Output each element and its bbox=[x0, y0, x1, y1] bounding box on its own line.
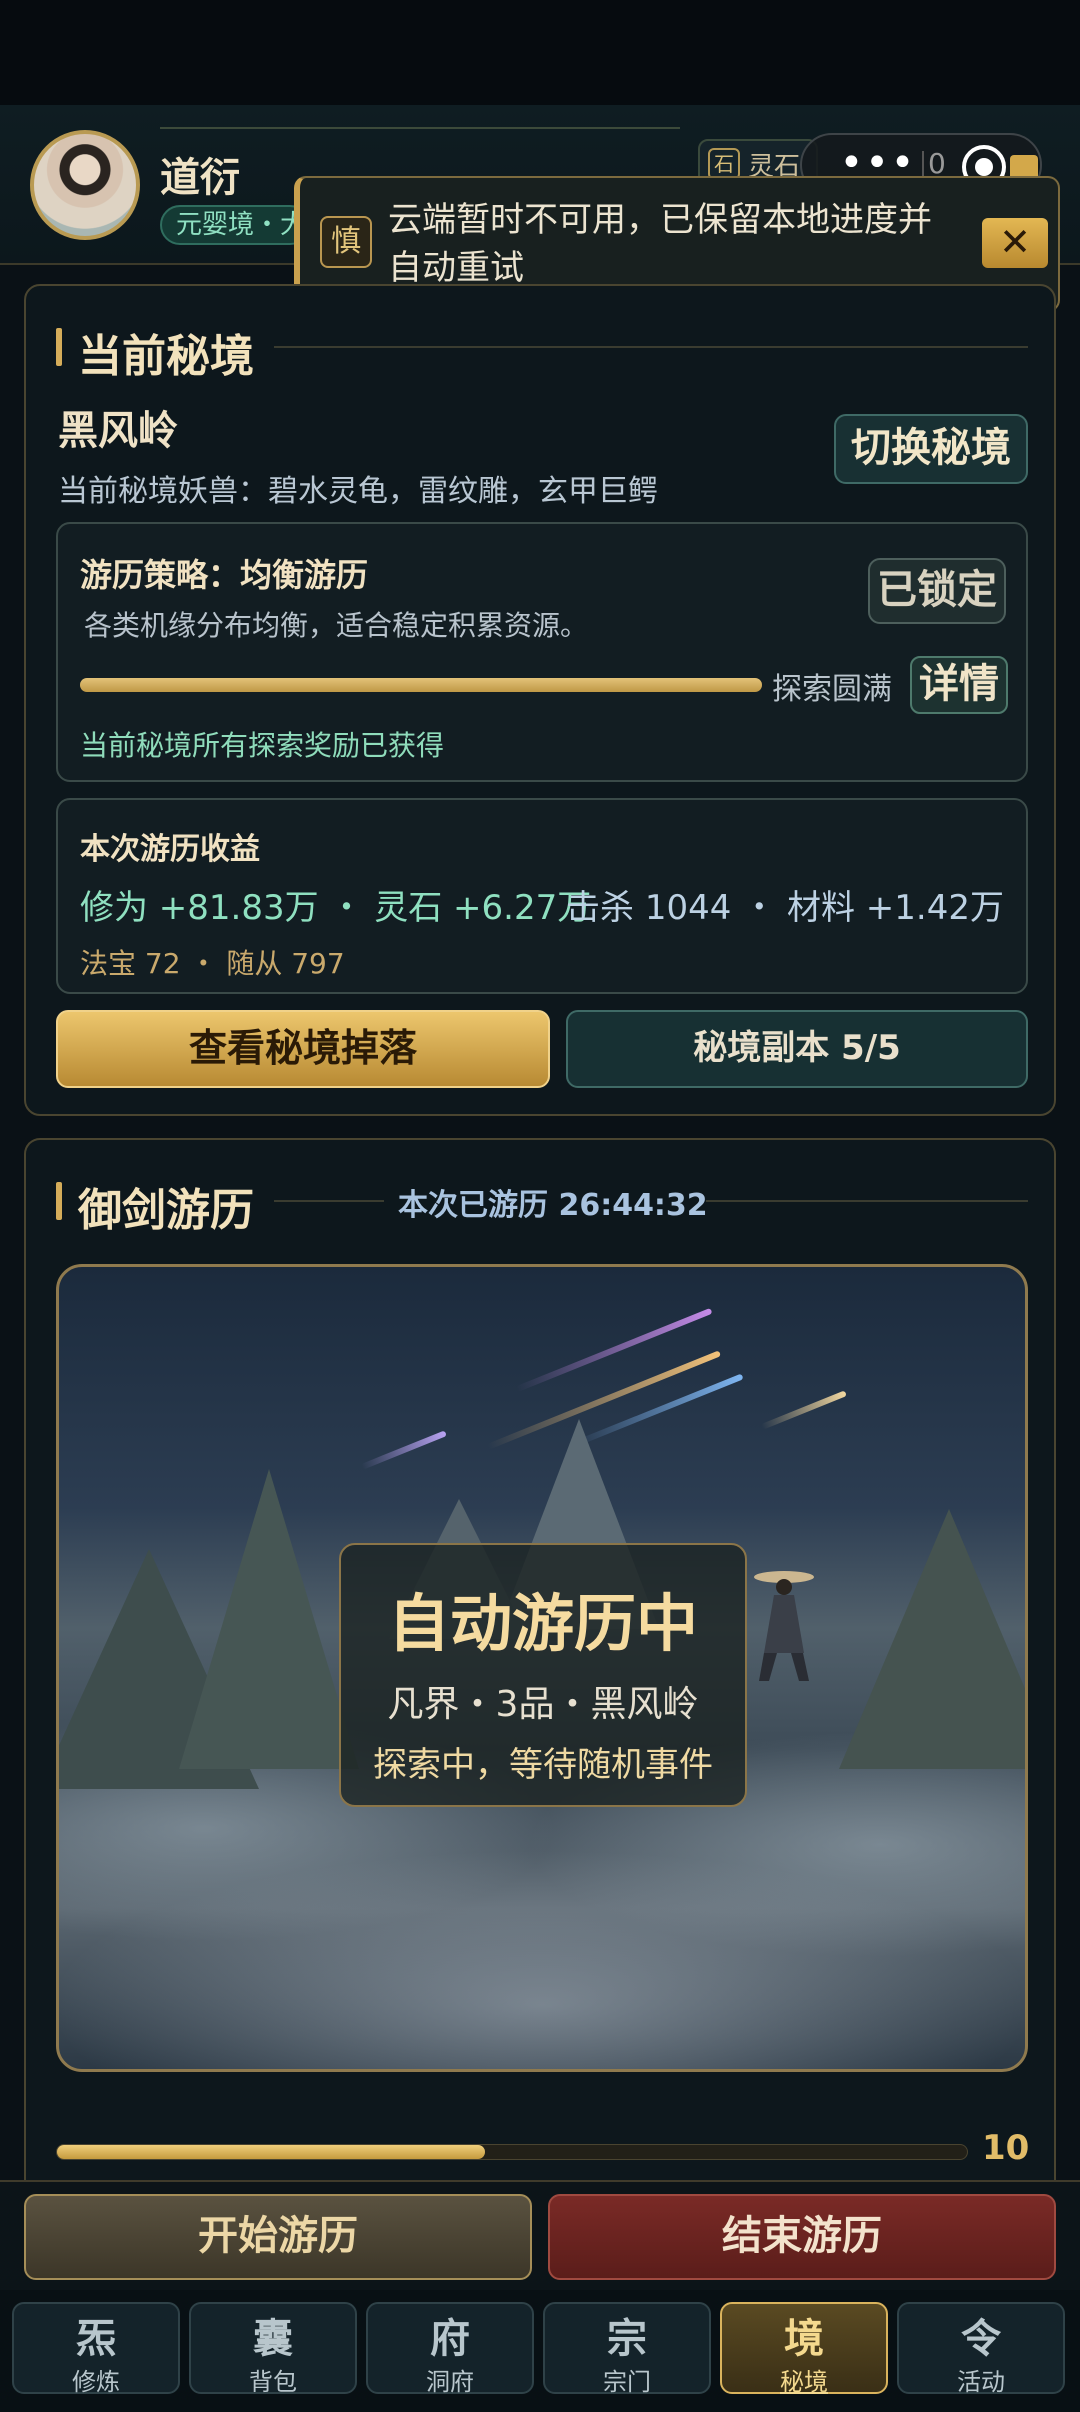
meteor-streak bbox=[761, 1390, 847, 1430]
header-divider bbox=[160, 127, 680, 129]
travel-count: 10 bbox=[982, 2128, 1030, 2168]
action-bar: 开始游历 结束游历 bbox=[0, 2180, 1080, 2290]
title-rule bbox=[274, 346, 1028, 348]
detail-button[interactable]: 详情 bbox=[910, 656, 1008, 714]
swordsman-figure bbox=[754, 1571, 814, 1681]
explore-progress-label: 探索圆满 bbox=[772, 672, 892, 707]
cave-mansion-icon: 府 bbox=[430, 2316, 470, 2362]
explore-progress-bar bbox=[80, 678, 762, 692]
travel-progress-bar bbox=[56, 2144, 968, 2160]
strategy-panel: 游历策略：均衡游历 各类机缘分布均衡，适合稳定积累资源。 已锁定 探索圆满 详情… bbox=[56, 522, 1028, 782]
tab-cave-mansion[interactable]: 府 洞府 bbox=[366, 2302, 534, 2396]
meteor-streak bbox=[361, 1430, 447, 1470]
travel-progress-fill bbox=[57, 2145, 485, 2159]
travel-status: 探索中，等待随机事件 bbox=[373, 1745, 713, 1785]
current-realm-title: 当前秘境 bbox=[56, 320, 254, 384]
tab-secret-realm[interactable]: 境 秘境 bbox=[720, 2302, 888, 2396]
tab-activity[interactable]: 令 活动 bbox=[897, 2302, 1065, 2396]
sword-travel-title: 御剑游历 bbox=[56, 1174, 254, 1238]
caution-icon: 慎 bbox=[320, 216, 372, 268]
backpack-icon: 囊 bbox=[253, 2316, 293, 2362]
tab-sect[interactable]: 宗 宗门 bbox=[543, 2302, 711, 2396]
tab-backpack[interactable]: 囊 背包 bbox=[189, 2302, 357, 2396]
toast-close-button[interactable]: ✕ bbox=[982, 218, 1048, 268]
sect-icon: 宗 bbox=[607, 2316, 647, 2362]
earnings-treasures-followers: 法宝 72 ・ 随从 797 bbox=[80, 947, 345, 980]
mountain-peak bbox=[839, 1509, 1025, 1769]
view-drops-button[interactable]: 查看秘境掉落 bbox=[56, 1010, 550, 1088]
strategy-note: 当前秘境所有探索奖励已获得 bbox=[80, 729, 445, 762]
status-bar bbox=[0, 0, 1080, 105]
bottom-tab-bar: 炁 修炼 囊 背包 府 洞府 宗 宗门 境 秘境 令 活动 bbox=[0, 2290, 1080, 2412]
earnings-title: 本次游历收益 bbox=[80, 832, 260, 867]
dungeon-button[interactable]: 秘境副本 5/5 bbox=[566, 1010, 1028, 1088]
activity-icon: 令 bbox=[961, 2316, 1001, 2362]
current-realm-card: 当前秘境 黑风岭 当前秘境妖兽：碧水灵龟，雷纹雕，玄甲巨鳄 切换秘境 游历策略：… bbox=[24, 284, 1056, 1116]
explore-progress-fill bbox=[80, 678, 762, 692]
realm-name: 黑风岭 bbox=[58, 408, 178, 454]
earnings-cultivation-stones: 修为 +81.83万 ・ 灵石 +6.27万 bbox=[80, 888, 592, 928]
tab-label: 修炼 bbox=[72, 2368, 120, 2396]
strategy-description: 各类机缘分布均衡，适合稳定积累资源。 bbox=[84, 609, 589, 642]
travel-scene-image: 自动游历中 凡界・3品・黑风岭 探索中，等待随机事件 bbox=[56, 1264, 1028, 2072]
secret-realm-icon: 境 bbox=[784, 2316, 824, 2362]
tab-label: 活动 bbox=[957, 2368, 1005, 2396]
auto-travel-overlay: 自动游历中 凡界・3品・黑风岭 探索中，等待随机事件 bbox=[339, 1543, 747, 1807]
title-rule bbox=[274, 1200, 384, 1202]
sword-travel-card: 御剑游历 本次已游历 26:44:32 自动游历中 凡界・3品・黑风岭 探索中，… bbox=[24, 1138, 1056, 2180]
title-rule bbox=[706, 1200, 1028, 1202]
elapsed-time: 本次已游历 26:44:32 bbox=[398, 1188, 708, 1223]
avatar[interactable] bbox=[30, 130, 140, 240]
start-travel-button[interactable]: 开始游历 bbox=[24, 2194, 532, 2280]
strategy-title: 游历策略：均衡游历 bbox=[80, 556, 369, 594]
realm-location: 凡界・3品・黑风岭 bbox=[387, 1684, 699, 1725]
player-name: 道衍 bbox=[160, 155, 240, 201]
earnings-kills-materials: 击杀 1044 ・ 材料 +1.42万 bbox=[566, 888, 1004, 928]
cultivation-icon: 炁 bbox=[76, 2316, 116, 2362]
tab-label: 宗门 bbox=[603, 2368, 651, 2396]
tab-label: 秘境 bbox=[780, 2368, 828, 2396]
meteor-streak bbox=[515, 1307, 713, 1393]
switch-realm-button[interactable]: 切换秘境 bbox=[834, 414, 1028, 484]
mountain-peak bbox=[179, 1469, 359, 1769]
realm-badge: 元婴境・大 bbox=[160, 205, 310, 245]
auto-travel-title: 自动游历中 bbox=[387, 1587, 698, 1660]
earnings-panel: 本次游历收益 修为 +81.83万 ・ 灵石 +6.27万 击杀 1044 ・ … bbox=[56, 798, 1028, 994]
locked-button[interactable]: 已锁定 bbox=[868, 558, 1006, 624]
toast-message: 云端暂时不可用，已保留本地进度并自动重试 bbox=[388, 200, 932, 288]
tab-label: 背包 bbox=[249, 2368, 297, 2396]
realm-beasts: 当前秘境妖兽：碧水灵龟，雷纹雕，玄甲巨鳄 bbox=[58, 474, 658, 509]
tab-label: 洞府 bbox=[426, 2368, 474, 2396]
tab-cultivation[interactable]: 炁 修炼 bbox=[12, 2302, 180, 2396]
end-travel-button[interactable]: 结束游历 bbox=[548, 2194, 1056, 2280]
